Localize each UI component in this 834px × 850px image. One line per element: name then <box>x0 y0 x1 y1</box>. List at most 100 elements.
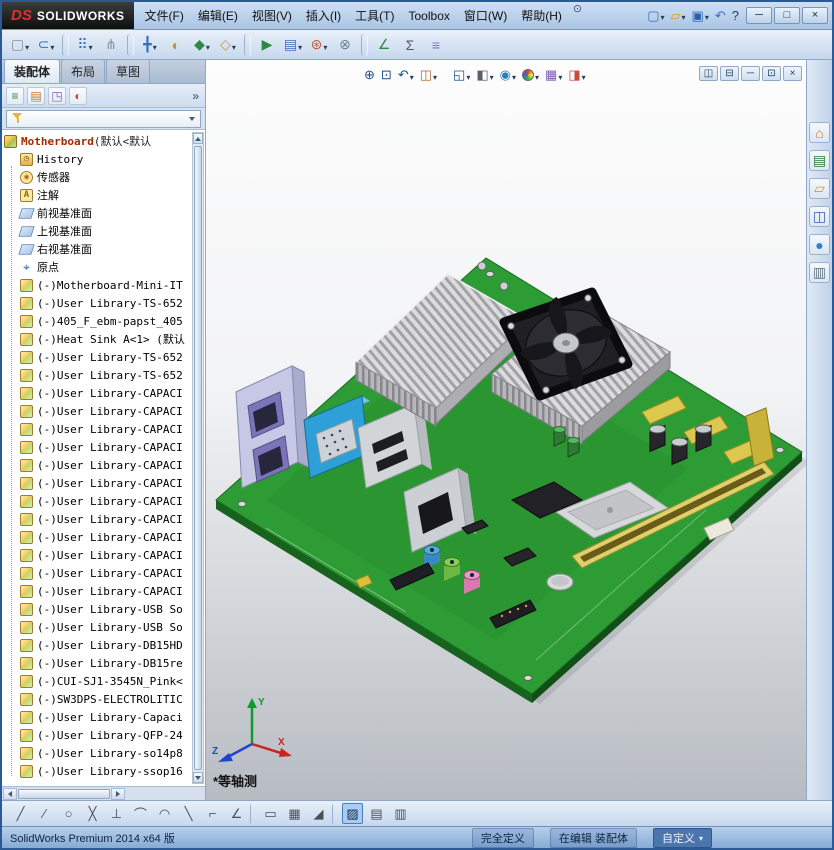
sketch-angle-icon[interactable]: ∠ <box>226 803 247 824</box>
component-tree-item[interactable]: (-) User Library-so14p8 <box>4 744 191 762</box>
document-tab[interactable]: 草图 <box>106 59 150 83</box>
display-wireframe-icon[interactable]: ▤ <box>366 803 387 824</box>
rectangle-tool-icon[interactable]: ▭ <box>260 803 281 824</box>
scroll-up-button[interactable] <box>193 133 203 144</box>
pin-menu-icon[interactable]: ⊙ <box>569 2 586 29</box>
solidworks-resources-icon[interactable]: ⌂ <box>809 122 830 143</box>
menu-item[interactable]: 帮助(H) <box>514 2 569 29</box>
feature-tree-item[interactable]: History <box>4 150 191 168</box>
edit-appearance-icon[interactable] <box>520 67 541 84</box>
featuremanager-tab-icon[interactable]: ≡ <box>6 87 24 105</box>
linear-component-pattern-icon[interactable]: ⠿ <box>73 33 97 57</box>
cmos-battery[interactable] <box>547 574 573 590</box>
status-customize[interactable]: 自定义 <box>653 828 712 848</box>
sketch-centerline-icon[interactable]: ∕ <box>34 803 55 824</box>
component-tree-item[interactable]: (-) User Library-DB15HD <box>4 636 191 654</box>
feature-tree-item[interactable]: 右视基准面 <box>4 240 191 258</box>
component-tree-item[interactable]: (-) User Library-CAPACI <box>4 474 191 492</box>
snap-angle-icon[interactable]: ◢ <box>308 803 329 824</box>
component-tree-item[interactable]: (-) User Library-CAPACI <box>4 510 191 528</box>
toolbar-separator[interactable] <box>127 34 134 56</box>
sketch-line-icon[interactable]: ╱ <box>10 803 31 824</box>
component-tree-item[interactable]: (-) User Library-CAPACI <box>4 492 191 510</box>
measure-icon[interactable]: ∠ <box>372 33 396 57</box>
previous-view-icon[interactable]: ↶ <box>396 66 416 84</box>
document-tab[interactable]: 装配体 <box>4 59 60 83</box>
menu-item[interactable]: 工具(T) <box>348 2 401 29</box>
toolbar-separator[interactable] <box>250 804 257 824</box>
component-tree-item[interactable]: (-) User Library-CAPACI <box>4 528 191 546</box>
component-tree-item[interactable]: (-) SW3DPS-ELECTROLITIC <box>4 690 191 708</box>
component-tree-item[interactable]: (-) User Library-CAPACI <box>4 420 191 438</box>
scrollbar-thumb[interactable] <box>18 789 110 799</box>
view-orientation-icon[interactable]: ◱ <box>451 66 472 84</box>
view-list-icon[interactable]: ▥ <box>390 803 411 824</box>
headsup-separator[interactable] <box>441 74 449 76</box>
close-window-icon[interactable]: × <box>802 7 828 24</box>
component-tree-item[interactable]: (-) User Library-TS-652 <box>4 348 191 366</box>
show-hidden-components-icon[interactable]: ◐ <box>164 33 188 57</box>
new-document-icon[interactable]: ▢ <box>647 8 664 24</box>
custom-properties-icon[interactable]: ▥ <box>809 262 830 283</box>
section-view-icon[interactable]: ◫ <box>418 66 439 84</box>
menu-item[interactable]: Toolbox <box>402 2 457 29</box>
toolbar-separator[interactable] <box>62 34 69 56</box>
motherboard-3d-model[interactable] <box>206 60 806 800</box>
filter-dropdown[interactable] <box>6 110 201 128</box>
assembly-features-icon[interactable]: ◆ <box>190 33 214 57</box>
component-tree-item[interactable]: (-) User Library-CAPACI <box>4 384 191 402</box>
feature-tree-item[interactable]: 原点 <box>4 258 191 276</box>
component-tree-item[interactable]: (-) User Library-CAPACI <box>4 438 191 456</box>
sketch-relations-icon[interactable]: ⊥ <box>106 803 127 824</box>
maximize-window-icon[interactable]: □ <box>774 7 800 24</box>
component-tree-item[interactable]: (-) User Library-CAPACI <box>4 456 191 474</box>
view-palette-icon[interactable]: ◫ <box>809 206 830 227</box>
sketch-arc-icon[interactable]: ⌒ <box>130 803 151 824</box>
exploded-view-icon[interactable]: ⊛ <box>307 33 331 57</box>
undo-icon[interactable]: ↶ <box>715 8 726 24</box>
scroll-down-button[interactable] <box>193 772 203 783</box>
insert-components-icon[interactable]: ▢ <box>8 33 32 57</box>
sketch-erase-icon[interactable]: ╳ <box>82 803 103 824</box>
component-tree-item[interactable]: (-) User Library-USB So <box>4 618 191 636</box>
tree-vertical-scrollbar[interactable] <box>192 132 204 784</box>
menu-item[interactable]: 视图(V) <box>245 2 299 29</box>
filter-dropdown-arrow-icon[interactable] <box>189 117 195 121</box>
new-motion-study-icon[interactable]: ▶ <box>255 33 279 57</box>
hide-show-items-icon[interactable]: ◉ <box>498 66 518 84</box>
scrollbar-thumb[interactable] <box>194 146 202 770</box>
component-tree-item[interactable]: (-) User Library-CAPACI <box>4 582 191 600</box>
feature-tree-item[interactable]: 前视基准面 <box>4 204 191 222</box>
propertymanager-tab-icon[interactable]: ▤ <box>27 87 45 105</box>
component-tree-item[interactable]: (-) User Library-CAPACI <box>4 564 191 582</box>
component-tree-item[interactable]: (-) Heat Sink A<1> (默认 <box>4 330 191 348</box>
assembly-root-item[interactable]: Motherboard (默认<默认 <box>4 132 191 150</box>
scroll-right-button[interactable] <box>111 788 125 800</box>
menu-item[interactable]: 插入(I) <box>299 2 348 29</box>
restore-document-icon[interactable]: ⊡ <box>762 66 781 81</box>
interference-detection-icon[interactable]: ⊗ <box>333 33 357 57</box>
toolbar-separator[interactable] <box>244 34 251 56</box>
zoom-fit-icon[interactable]: ⊕ <box>362 66 377 84</box>
reference-geometry-icon[interactable]: ◇ <box>216 33 240 57</box>
feature-tree-item[interactable]: 注解 <box>4 186 191 204</box>
minimize-document-icon[interactable]: ─ <box>741 66 760 81</box>
configurationmanager-tab-icon[interactable]: ◳ <box>48 87 66 105</box>
bill-of-materials-icon[interactable]: ▤ <box>281 33 305 57</box>
sketch-corner-icon[interactable]: ⌐ <box>202 803 223 824</box>
component-tree-item[interactable]: (-) User Library-QFP-24 <box>4 726 191 744</box>
document-tab[interactable]: 布局 <box>61 59 105 83</box>
help-icon[interactable]: ? <box>732 8 739 23</box>
file-explorer-icon[interactable]: ▱ <box>809 178 830 199</box>
close-document-icon[interactable]: × <box>783 66 802 81</box>
component-tree-item[interactable]: (-) User Library-ssop16 <box>4 762 191 780</box>
mass-properties-icon[interactable]: Σ <box>398 33 422 57</box>
move-component-icon[interactable]: ╋ <box>138 33 162 57</box>
component-tree-item[interactable]: (-) User Library-Capaci <box>4 708 191 726</box>
component-tree-item[interactable]: (-) User Library-DB15re <box>4 654 191 672</box>
displaymanager-tab-icon[interactable]: ◐ <box>69 87 87 105</box>
minimize-window-icon[interactable]: ─ <box>746 7 772 24</box>
expand-panel-chevron[interactable]: » <box>192 89 201 103</box>
menu-item[interactable]: 窗口(W) <box>457 2 514 29</box>
save-icon[interactable]: ▣ <box>692 8 709 24</box>
